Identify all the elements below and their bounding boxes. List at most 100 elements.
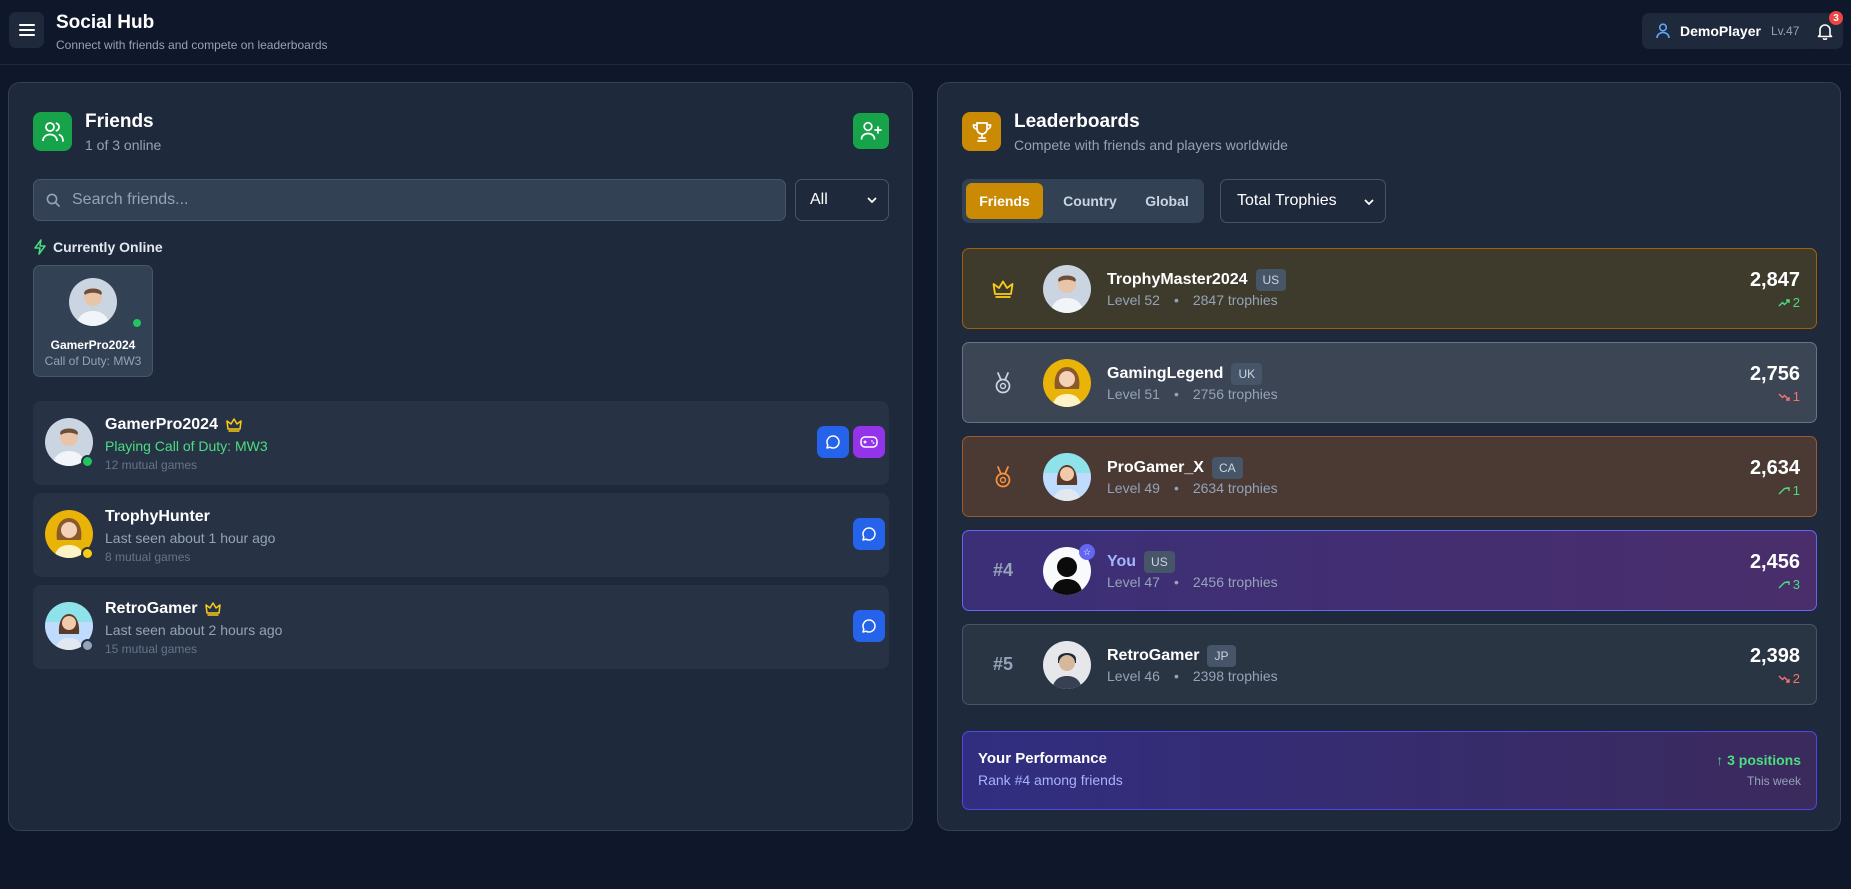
friend-search-box[interactable] xyxy=(33,179,786,221)
friend-status: Playing Call of Duty: MW3 xyxy=(105,438,268,454)
friend-name: RetroGamer xyxy=(105,600,198,617)
leaderboard-scope-tabs: Friends Country Global xyxy=(962,179,1204,223)
player-meta: Level 46 • 2398 trophies xyxy=(1107,668,1278,684)
friend-status: Last seen about 1 hour ago xyxy=(105,530,276,546)
currently-online-heading: Currently Online xyxy=(33,239,163,255)
player-name: RetroGamer xyxy=(1107,647,1200,664)
user-profile-button[interactable]: DemoPlayer Lv.47 xyxy=(1642,13,1816,49)
friends-online-count: 1 of 3 online xyxy=(85,137,162,153)
notification-count-badge: 3 xyxy=(1829,11,1843,25)
trending-down-icon xyxy=(1778,675,1790,683)
search-icon xyxy=(46,193,60,207)
crown-icon xyxy=(226,418,242,432)
friend-row[interactable]: RetroGamer Last seen about 2 hours ago 1… xyxy=(33,585,889,669)
away-status-dot xyxy=(81,547,94,560)
lightning-icon xyxy=(34,239,46,255)
player-meta: Level 52 • 2847 trophies xyxy=(1107,292,1278,308)
leaderboard-row[interactable]: ProGamer_X CA Level 49 • 2634 trophies 2,6… xyxy=(962,436,1817,517)
friend-filter-select[interactable]: All xyxy=(795,179,889,221)
tab-country[interactable]: Country xyxy=(1048,183,1132,219)
online-friend-card[interactable]: GamerPro2024 Call of Duty: MW3 xyxy=(33,265,153,377)
player-level: Level 49 xyxy=(1107,480,1160,496)
player-trophies: 2634 trophies xyxy=(1192,480,1278,496)
leaderboards-title: Leaderboards xyxy=(1014,111,1140,132)
user-level: Lv.47 xyxy=(1770,24,1800,38)
metric-select[interactable]: Total Trophies xyxy=(1220,179,1386,223)
leaderboard-row[interactable]: TrophyMaster2024 US Level 52 • 2847 trophi… xyxy=(962,248,1817,329)
player-score: 2,634 xyxy=(1749,457,1800,479)
leaderboards-subtitle: Compete with friends and players worldwi… xyxy=(1014,137,1288,153)
leaderboard-row-current-user[interactable]: #4 ☆ You US Level 47 • 2456 trophies 2,456… xyxy=(962,530,1817,611)
country-badge: US xyxy=(1144,551,1175,573)
rank-change: 2 xyxy=(1778,295,1800,310)
player-name-line: GamingLegend UK xyxy=(1107,363,1263,385)
friend-mutual-games: 8 mutual games xyxy=(105,550,191,564)
player-name: GamingLegend xyxy=(1107,365,1224,382)
metric-selected-value: Total Trophies xyxy=(1237,192,1337,209)
country-badge: UK xyxy=(1231,363,1263,385)
player-trophies: 2398 trophies xyxy=(1192,668,1278,684)
online-friend-game: Call of Duty: MW3 xyxy=(44,354,142,368)
leaderboards-panel: Leaderboards Compete with friends and pl… xyxy=(937,82,1841,831)
tab-global[interactable]: Global xyxy=(1134,183,1200,219)
online-friend-name: GamerPro2024 xyxy=(50,338,136,352)
rank-change-value: 2 xyxy=(1792,671,1800,686)
player-trophies: 2847 trophies xyxy=(1192,292,1278,308)
app-header: Social Hub Connect with friends and comp… xyxy=(0,0,1851,65)
friend-mutual-games: 15 mutual games xyxy=(105,642,198,656)
gamepad-icon xyxy=(860,436,878,448)
player-meta: Level 49 • 2634 trophies xyxy=(1107,480,1278,496)
rank-change-value: 1 xyxy=(1792,389,1800,404)
rank-number: #4 xyxy=(992,560,1014,580)
message-button[interactable] xyxy=(853,518,885,550)
friend-name: TrophyHunter xyxy=(105,508,210,525)
performance-summary: Your Performance Rank #4 among friends ↑… xyxy=(962,731,1817,810)
rank-change-value: 3 xyxy=(1792,577,1800,592)
performance-title: Your Performance xyxy=(978,750,1107,767)
rank-1-indicator xyxy=(963,249,1043,328)
player-name: ProGamer_X xyxy=(1107,459,1204,476)
rank-change: 1 xyxy=(1778,483,1800,498)
menu-button[interactable] xyxy=(9,12,44,48)
rank-change-value: 1 xyxy=(1792,483,1800,498)
leaderboard-row[interactable]: GamingLegend UK Level 51 • 2756 trophies 2… xyxy=(962,342,1817,423)
rank-2-indicator xyxy=(963,343,1043,422)
rank-3-indicator xyxy=(963,437,1043,516)
message-icon xyxy=(862,527,876,541)
hamburger-icon xyxy=(18,24,35,36)
player-trophies: 2456 trophies xyxy=(1192,574,1278,590)
search-input[interactable] xyxy=(72,191,752,209)
player-score: 2,456 xyxy=(1749,551,1800,573)
add-friend-button[interactable] xyxy=(853,113,889,149)
currently-online-label: Currently Online xyxy=(53,239,163,255)
tab-friends[interactable]: Friends xyxy=(966,183,1043,219)
country-badge: CA xyxy=(1211,457,1243,479)
bell-icon xyxy=(1817,23,1833,40)
crown-icon xyxy=(992,280,1014,298)
player-level: Level 46 xyxy=(1107,668,1160,684)
player-level: Level 52 xyxy=(1107,292,1160,308)
friend-row[interactable]: GamerPro2024 Playing Call of Duty: MW3 1… xyxy=(33,401,889,485)
app-subtitle: Connect with friends and compete on lead… xyxy=(56,38,328,52)
message-button[interactable] xyxy=(853,610,885,642)
avatar xyxy=(1043,265,1091,313)
trending-up-icon xyxy=(1778,580,1790,588)
leaderboard-row[interactable]: #5 RetroGamer JP Level 46 • 2398 trophies … xyxy=(962,624,1817,705)
avatar xyxy=(1043,359,1091,407)
player-name-line: ProGamer_X CA xyxy=(1107,457,1243,479)
invite-to-game-button[interactable] xyxy=(853,426,885,458)
rank-number: #5 xyxy=(992,654,1014,674)
leaderboards-panel-icon xyxy=(962,112,1001,151)
crown-icon xyxy=(205,602,222,616)
friend-row[interactable]: TrophyHunter Last seen about 1 hour ago … xyxy=(33,493,889,577)
friend-name: GamerPro2024 xyxy=(105,416,218,433)
star-icon: ☆ xyxy=(1079,544,1095,560)
country-badge: US xyxy=(1255,269,1287,291)
friend-mutual-games: 12 mutual games xyxy=(105,458,198,472)
player-name-line: You US xyxy=(1107,551,1175,573)
message-button[interactable] xyxy=(817,426,849,458)
trending-down-icon xyxy=(1778,393,1790,401)
user-plus-icon xyxy=(860,121,882,140)
player-name-line: RetroGamer JP xyxy=(1107,645,1236,667)
app-title: Social Hub xyxy=(56,12,155,33)
